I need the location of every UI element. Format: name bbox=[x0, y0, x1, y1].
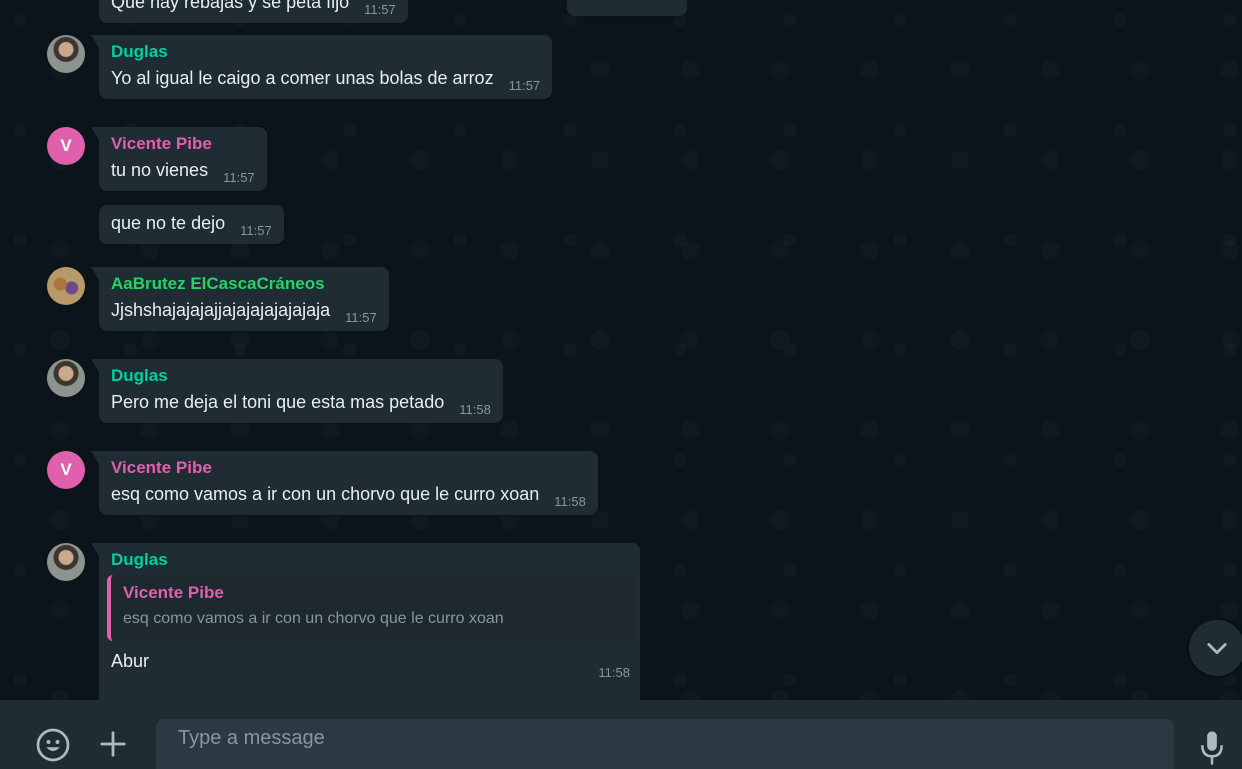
sender-name[interactable]: Vicente Pibe bbox=[111, 457, 586, 479]
plus-icon bbox=[100, 731, 126, 757]
message-text: Que hay rebajas y se peta fijo bbox=[111, 0, 350, 12]
message-time: 11:57 bbox=[345, 310, 377, 325]
quoted-message[interactable]: Vicente Pibe esq como vamos a ir con un … bbox=[107, 575, 635, 641]
avatar[interactable] bbox=[47, 35, 85, 73]
emoji-icon bbox=[36, 728, 70, 762]
message-time: 11:57 bbox=[240, 223, 272, 238]
message-text: que no te dejo bbox=[111, 213, 226, 233]
message-time: 11:58 bbox=[459, 402, 491, 417]
chevron-down-icon bbox=[1207, 643, 1227, 655]
message-bubble[interactable]: Duglas Pero me deja el toni que esta mas… bbox=[91, 359, 503, 423]
message-time: 11:57 bbox=[364, 2, 396, 17]
sender-name[interactable]: Duglas bbox=[111, 365, 491, 387]
quoted-sender: Vicente Pibe bbox=[123, 583, 224, 602]
avatar[interactable] bbox=[47, 543, 85, 581]
sender-name[interactable]: Vicente Pibe bbox=[111, 133, 255, 155]
voice-record-button[interactable] bbox=[1194, 728, 1230, 768]
message-time: 11:58 bbox=[554, 494, 586, 509]
message-text: esq como vamos a ir con un chorvo que le… bbox=[111, 484, 540, 504]
message-time: 11:57 bbox=[508, 78, 541, 93]
message-time: 11:58 bbox=[598, 665, 630, 680]
quoted-text: esq como vamos a ir con un chorvo que le… bbox=[123, 610, 504, 627]
message-text: Abur bbox=[111, 651, 150, 671]
message-text: tu no vienes bbox=[111, 160, 209, 180]
avatar[interactable] bbox=[47, 267, 85, 305]
message-composer bbox=[0, 700, 1242, 769]
sender-name[interactable]: AaBrutez ElCascaCráneos bbox=[111, 273, 377, 295]
message-bubble[interactable]: Vicente Pibe tu no vienes 11:57 bbox=[91, 127, 267, 191]
microphone-icon bbox=[1201, 731, 1223, 765]
sender-name[interactable]: Duglas bbox=[111, 41, 540, 63]
avatar[interactable]: V bbox=[47, 451, 85, 489]
message-bubble[interactable]: Que hay rebajas y se peta fijo 11:57 bbox=[99, 0, 408, 23]
message-text: Pero me deja el toni que esta mas petado bbox=[111, 392, 445, 412]
avatar[interactable] bbox=[47, 359, 85, 397]
sender-name[interactable]: Duglas bbox=[111, 549, 628, 571]
message-input[interactable] bbox=[156, 719, 1174, 769]
message-bubble[interactable]: AaBrutez ElCascaCráneos Jjshshajajajajja… bbox=[91, 267, 389, 331]
avatar-letter: V bbox=[60, 460, 72, 479]
message-bubble[interactable]: que no te dejo 11:57 bbox=[99, 205, 284, 244]
attach-button[interactable] bbox=[96, 727, 130, 761]
message-text: Jjshshajajajajjajajajajajajaja bbox=[111, 300, 331, 320]
message-bubble[interactable]: Duglas Yo al igual le caigo a comer unas… bbox=[90, 35, 553, 99]
message-text: Yo al igual le caigo a comer unas bolas … bbox=[111, 68, 494, 88]
chat-area[interactable]: Que hay rebajas y se peta fijo 11:57 Dug… bbox=[0, 0, 1242, 700]
avatar[interactable]: V bbox=[47, 127, 85, 165]
message-bubble[interactable]: Vicente Pibe esq como vamos a ir con un … bbox=[91, 451, 598, 515]
message-bubble[interactable]: Duglas Vicente Pibe esq como vamos a ir … bbox=[91, 543, 640, 700]
emoji-button[interactable] bbox=[34, 726, 72, 764]
message-bubble[interactable] bbox=[567, 0, 687, 16]
avatar-letter: V bbox=[60, 136, 72, 155]
scroll-down-button[interactable] bbox=[1189, 620, 1242, 676]
message-time: 11:57 bbox=[223, 170, 255, 185]
